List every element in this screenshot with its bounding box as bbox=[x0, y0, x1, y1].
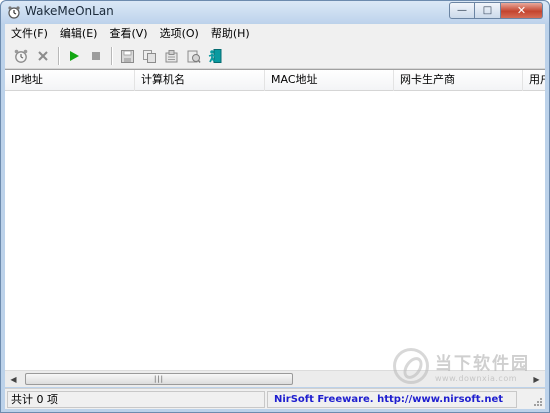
menu-view[interactable]: 查看(V) bbox=[103, 24, 153, 44]
menu-options[interactable]: 选项(O) bbox=[154, 24, 205, 44]
stop-scan-button[interactable] bbox=[86, 46, 106, 66]
list-header: IP地址 计算机名 MAC地址 网卡生产商 用户 bbox=[5, 70, 545, 91]
scrollbar-thumb[interactable]: ||| bbox=[25, 373, 293, 385]
toolbar-separator bbox=[111, 47, 112, 65]
toolbar bbox=[5, 44, 545, 69]
item-count: 共计 0 项 bbox=[7, 391, 265, 408]
menu-bar: 文件(F) 编辑(E) 查看(V) 选项(O) 帮助(H) bbox=[5, 24, 545, 44]
toolbar-separator bbox=[58, 47, 59, 65]
watermark-url: www.downxia.com bbox=[435, 374, 518, 383]
watermark-text: 当下软件园 www.downxia.com bbox=[435, 349, 530, 383]
title-bar[interactable]: WakeMeOnLan — □ ✕ bbox=[1, 1, 549, 23]
column-header-user[interactable]: 用户 bbox=[523, 70, 545, 91]
resize-grip-icon[interactable] bbox=[531, 395, 543, 407]
copy-button[interactable] bbox=[139, 46, 159, 66]
scroll-left-arrow[interactable]: ◀ bbox=[5, 371, 22, 387]
column-header-ip[interactable]: IP地址 bbox=[5, 70, 135, 91]
delete-x-icon bbox=[38, 51, 48, 61]
device-list[interactable]: IP地址 计算机名 MAC地址 网卡生产商 用户 bbox=[5, 69, 545, 385]
menu-help[interactable]: 帮助(H) bbox=[205, 24, 256, 44]
column-header-vendor[interactable]: 网卡生产商 bbox=[394, 70, 523, 91]
watermark: 当下软件园 www.downxia.com bbox=[393, 344, 533, 388]
watermark-logo-icon bbox=[393, 348, 429, 384]
properties-button[interactable] bbox=[161, 46, 181, 66]
watermark-name: 当下软件园 bbox=[435, 354, 530, 374]
save-icon bbox=[120, 49, 134, 63]
maximize-button[interactable]: □ bbox=[475, 2, 501, 19]
column-header-mac[interactable]: MAC地址 bbox=[265, 70, 394, 91]
column-header-computer-name[interactable]: 计算机名 bbox=[135, 70, 265, 91]
save-button[interactable] bbox=[117, 46, 137, 66]
refresh-icon bbox=[187, 50, 201, 63]
delete-button[interactable] bbox=[33, 46, 53, 66]
copy-icon bbox=[142, 49, 156, 63]
menu-file[interactable]: 文件(F) bbox=[5, 24, 54, 44]
play-icon bbox=[70, 51, 79, 61]
refresh-button[interactable] bbox=[183, 46, 203, 66]
stop-icon bbox=[92, 52, 100, 60]
minimize-button[interactable]: — bbox=[449, 2, 475, 19]
window-title: WakeMeOnLan bbox=[25, 4, 114, 18]
exit-icon bbox=[208, 49, 222, 63]
menu-edit[interactable]: 编辑(E) bbox=[54, 24, 104, 44]
nirsoft-link[interactable]: NirSoft Freeware. http://www.nirsoft.net bbox=[267, 391, 517, 408]
properties-icon bbox=[165, 49, 177, 62]
app-window: WakeMeOnLan — □ ✕ 文件(F) 编辑(E) 查看(V) 选项(O… bbox=[0, 0, 550, 413]
exit-button[interactable] bbox=[205, 46, 225, 66]
close-button[interactable]: ✕ bbox=[501, 2, 543, 19]
start-scan-button[interactable] bbox=[64, 46, 84, 66]
status-bar: 共计 0 项 NirSoft Freeware. http://www.nirs… bbox=[5, 388, 545, 409]
window-controls: — □ ✕ bbox=[449, 2, 543, 19]
wake-up-button[interactable] bbox=[11, 46, 31, 66]
app-icon bbox=[8, 6, 20, 19]
alarm-clock-icon bbox=[14, 49, 28, 63]
